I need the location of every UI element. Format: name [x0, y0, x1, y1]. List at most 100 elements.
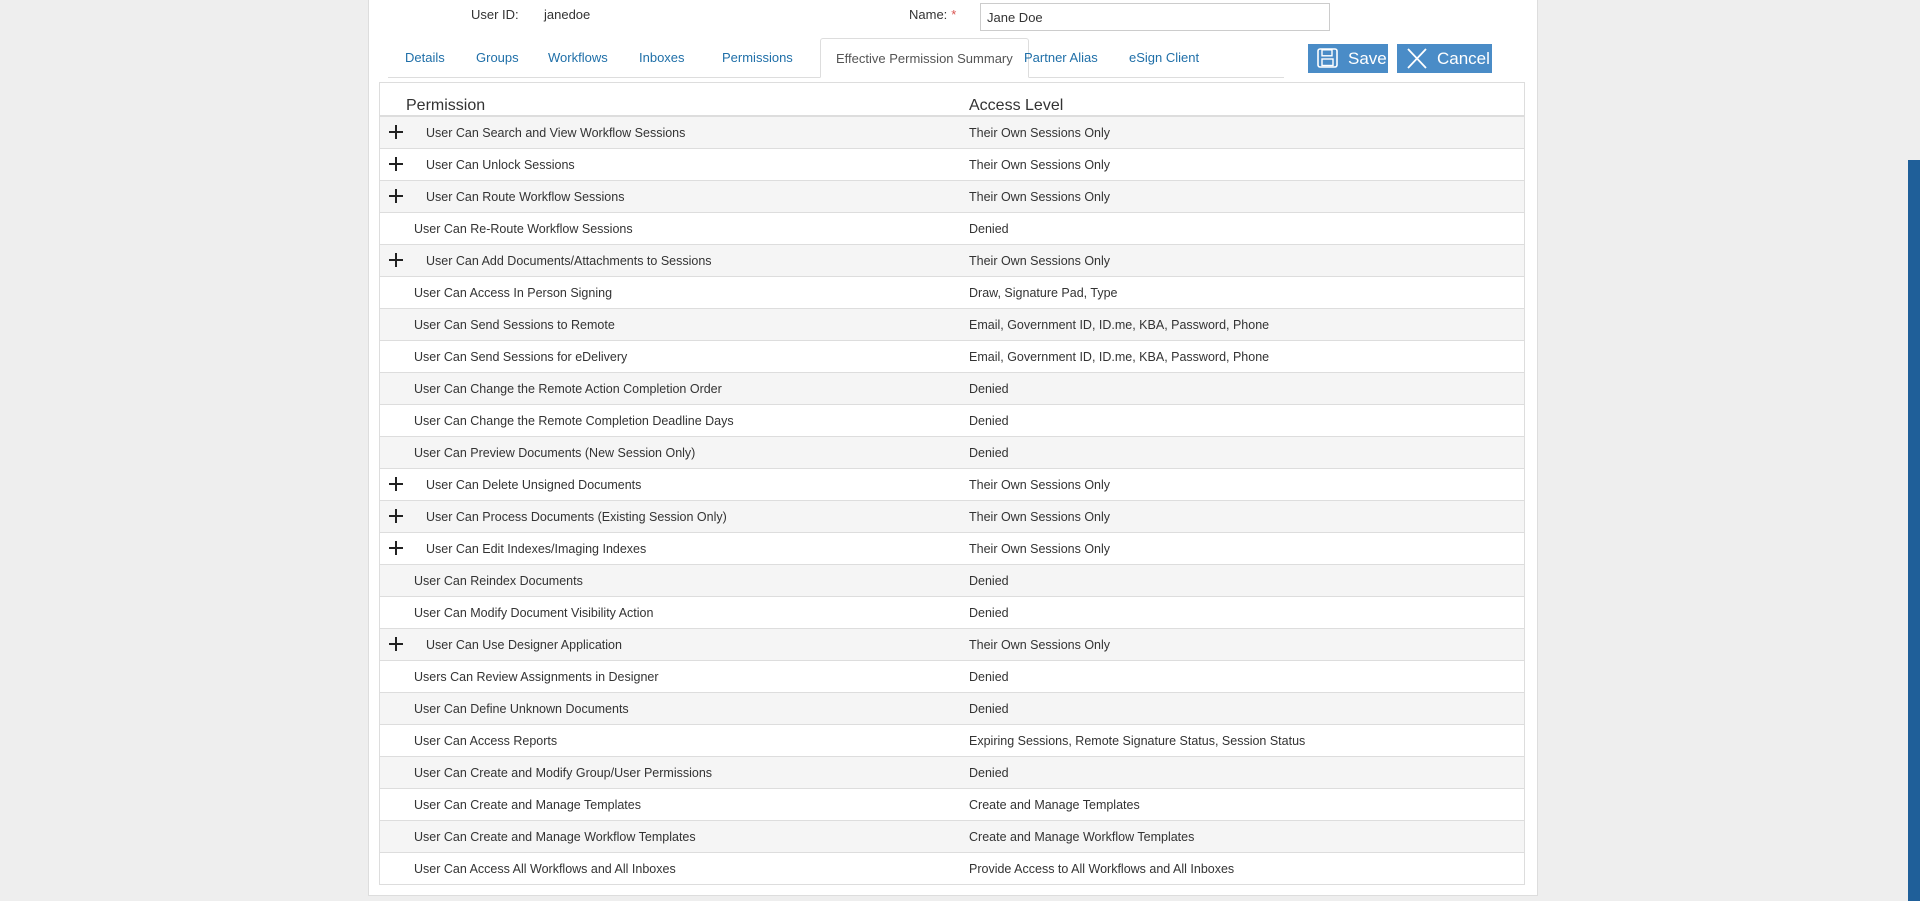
column-header-access-level: Access Level	[969, 97, 1064, 114]
permission-name: User Can Define Unknown Documents	[414, 702, 629, 716]
table-row: User Can Access In Person Signing Draw, S…	[380, 277, 1524, 309]
permission-name: User Can Access In Person Signing	[414, 286, 613, 300]
access-level-value: Denied	[969, 670, 1009, 684]
table-row[interactable]: User Can Add Documents/Attachments to Se…	[380, 245, 1524, 277]
save-button-label: Save	[1348, 49, 1387, 68]
tab-details[interactable]: Details	[405, 38, 445, 77]
floppy-disk-icon	[1317, 48, 1338, 68]
permission-name: User Can Delete Unsigned Documents	[426, 478, 642, 492]
table-row: Users Can Review Assignments in Designer…	[380, 661, 1524, 693]
expand-plus-icon[interactable]	[389, 477, 403, 491]
access-level-value: Denied	[969, 382, 1009, 396]
access-level-value: Denied	[969, 222, 1009, 236]
expand-plus-icon[interactable]	[389, 189, 403, 203]
permission-name: User Can Change the Remote Action Comple…	[414, 382, 722, 396]
table-row: User Can Access All Workflows and All In…	[380, 853, 1524, 885]
tab-inboxes[interactable]: Inboxes	[639, 38, 685, 77]
user-edit-panel: User ID: janedoe Name:* Details Groups W…	[368, 0, 1538, 896]
access-level-value: Denied	[969, 574, 1009, 588]
table-row: User Can Send Sessions to Remote Email, G…	[380, 309, 1524, 341]
user-id-value: janedoe	[544, 7, 591, 22]
permission-name: User Can Re-Route Workflow Sessions	[414, 222, 633, 236]
expand-plus-icon[interactable]	[389, 125, 403, 139]
permission-name: User Can Send Sessions for eDelivery	[414, 350, 628, 364]
access-level-value: Their Own Sessions Only	[969, 190, 1111, 204]
expand-plus-icon[interactable]	[389, 541, 403, 555]
access-level-value: Their Own Sessions Only	[969, 158, 1111, 172]
name-field[interactable]	[980, 3, 1330, 31]
permission-name: User Can Create and Manage Templates	[414, 798, 641, 812]
required-marker: *	[951, 7, 957, 22]
name-label: Name: *	[909, 7, 956, 22]
column-header-permission: Permission	[406, 97, 486, 114]
table-row: User Can Create and Manage Workflow Temp…	[380, 821, 1524, 853]
permission-name: User Can Add Documents/Attachments to Se…	[426, 254, 712, 268]
permission-name: User Can Reindex Documents	[414, 574, 583, 588]
permission-name: User Can Access Reports	[414, 734, 558, 748]
permission-name: User Can Send Sessions to Remote	[414, 318, 615, 332]
effective-permission-table: Permission Access Level User Can Search …	[379, 82, 1525, 885]
access-level-value: Create and Manage Workflow Templates	[969, 830, 1195, 844]
close-x-icon	[1407, 48, 1427, 69]
tab-bar: Details Groups Workflows Inboxes Permiss…	[388, 38, 1284, 78]
table-row[interactable]: User Can Unlock Sessions Their Own Sessio…	[380, 149, 1524, 181]
access-level-value: Draw, Signature Pad, Type	[969, 286, 1118, 300]
table-row[interactable]: User Can Process Documents (Existing Ses…	[380, 501, 1524, 533]
access-level-value: Their Own Sessions Only	[969, 478, 1111, 492]
tab-esign-client[interactable]: eSign Client	[1129, 38, 1199, 77]
access-level-value: Expiring Sessions, Remote Signature Stat…	[969, 734, 1306, 748]
name-label-text: Name:	[909, 7, 948, 22]
table-row: User Can Access Reports Expiring Sessions…	[380, 725, 1524, 757]
access-level-value: Email, Government ID, ID.me, KBA, Passwo…	[969, 350, 1270, 364]
cancel-button[interactable]: Cancel	[1397, 44, 1492, 73]
expand-plus-icon[interactable]	[389, 509, 403, 523]
permission-name: User Can Unlock Sessions	[426, 158, 575, 172]
permission-name: User Can Route Workflow Sessions	[426, 190, 625, 204]
expand-plus-icon[interactable]	[389, 157, 403, 171]
tab-groups[interactable]: Groups	[476, 38, 519, 77]
table-row[interactable]: User Can Route Workflow Sessions Their Ow…	[380, 181, 1524, 213]
user-id-label: User ID:	[471, 7, 519, 22]
permission-name: User Can Edit Indexes/Imaging Indexes	[426, 542, 647, 556]
permission-name: User Can Search and View Workflow Sessio…	[426, 126, 686, 140]
permission-name: User Can Use Designer Application	[426, 638, 622, 652]
table-header: Permission Access Level	[380, 83, 1524, 117]
access-level-value: Denied	[969, 414, 1009, 428]
table-row: User Can Preview Documents (New Session …	[380, 437, 1524, 469]
access-level-value: Their Own Sessions Only	[969, 126, 1111, 140]
permission-name: User Can Create and Modify Group/User Pe…	[414, 766, 713, 780]
table-row[interactable]: User Can Search and View Workflow Sessio…	[380, 117, 1524, 149]
table-row: User Can Change the Remote Completion De…	[380, 405, 1524, 437]
tab-effective-permission-summary[interactable]: Effective Permission Summary	[820, 38, 1029, 78]
access-level-value: Denied	[969, 606, 1009, 620]
table-row[interactable]: User Can Use Designer Application Their O…	[380, 629, 1524, 661]
access-level-value: Their Own Sessions Only	[969, 542, 1111, 556]
save-button[interactable]: Save	[1308, 44, 1388, 73]
tab-workflows[interactable]: Workflows	[548, 38, 608, 77]
access-level-value: Denied	[969, 446, 1009, 460]
expand-plus-icon[interactable]	[389, 253, 403, 267]
permission-name: User Can Process Documents (Existing Ses…	[426, 510, 727, 524]
table-row[interactable]: User Can Delete Unsigned Documents Their …	[380, 469, 1524, 501]
cancel-button-label: Cancel	[1437, 49, 1490, 68]
scrollbar[interactable]	[1908, 160, 1920, 901]
table-row: User Can Create and Modify Group/User Pe…	[380, 757, 1524, 789]
access-level-value: Their Own Sessions Only	[969, 638, 1111, 652]
access-level-value: Their Own Sessions Only	[969, 510, 1111, 524]
table-row: User Can Create and Manage Templates Crea…	[380, 789, 1524, 821]
tab-permissions[interactable]: Permissions	[722, 38, 793, 77]
access-level-value: Provide Access to All Workflows and All …	[969, 862, 1235, 876]
table-row[interactable]: User Can Edit Indexes/Imaging Indexes The…	[380, 533, 1524, 565]
access-level-value: Denied	[969, 702, 1009, 716]
permission-name: User Can Preview Documents (New Session …	[414, 446, 696, 460]
table-row: User Can Change the Remote Action Comple…	[380, 373, 1524, 405]
tab-partner-alias[interactable]: Partner Alias	[1024, 38, 1098, 77]
expand-plus-icon[interactable]	[389, 637, 403, 651]
access-level-value: Email, Government ID, ID.me, KBA, Passwo…	[969, 318, 1270, 332]
table-row: User Can Modify Document Visibility Acti…	[380, 597, 1524, 629]
permission-name: Users Can Review Assignments in Designer	[414, 670, 659, 684]
permission-name: User Can Modify Document Visibility Acti…	[414, 606, 654, 620]
table-row: User Can Reindex Documents Denied	[380, 565, 1524, 597]
access-level-value: Create and Manage Templates	[969, 798, 1140, 812]
table-row: User Can Re-Route Workflow Sessions Denie…	[380, 213, 1524, 245]
